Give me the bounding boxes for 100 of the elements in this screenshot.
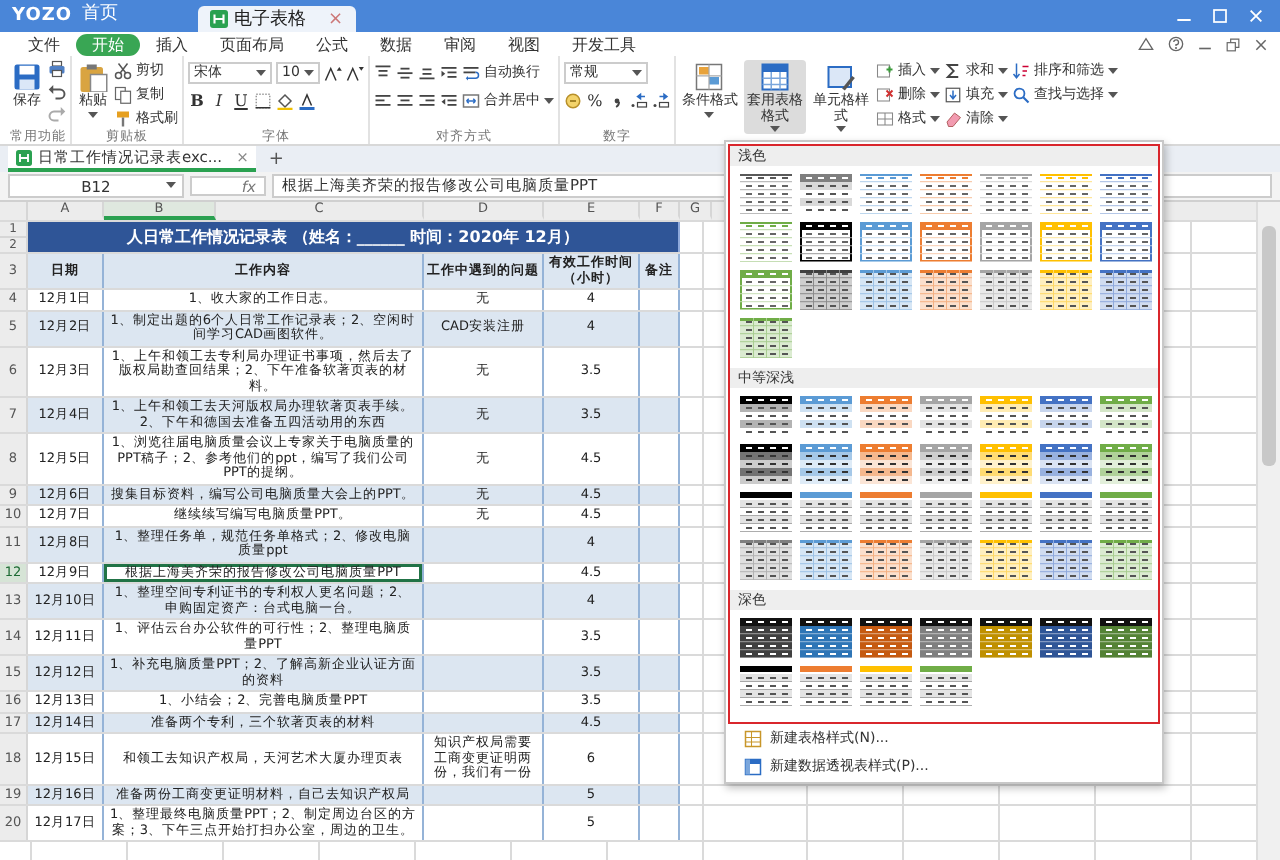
table-style-swatch[interactable] <box>980 618 1032 658</box>
table-style-swatch[interactable] <box>980 444 1032 484</box>
printer-icon[interactable] <box>48 60 66 78</box>
increase-decimal-icon[interactable] <box>629 91 648 109</box>
table-style-swatch[interactable] <box>860 396 912 436</box>
table-style-swatch[interactable] <box>740 222 792 262</box>
table-style-swatch[interactable] <box>1040 396 1092 436</box>
outdent-icon[interactable] <box>439 91 458 109</box>
undo-icon[interactable] <box>48 82 66 100</box>
format-button[interactable]: U <box>232 91 250 109</box>
indent-icon[interactable] <box>439 63 458 81</box>
table-style-swatch[interactable] <box>740 396 792 436</box>
table-style-swatch[interactable] <box>1100 540 1152 580</box>
table-style-swatch[interactable] <box>920 396 972 436</box>
table-style-swatch[interactable] <box>980 492 1032 532</box>
table-style-swatch[interactable] <box>860 222 912 262</box>
table-style-swatch[interactable] <box>1040 618 1092 658</box>
table-style-swatch[interactable] <box>800 618 852 658</box>
table-style-swatch[interactable] <box>920 174 972 214</box>
border-icon[interactable] <box>254 91 272 109</box>
table-style-swatch[interactable] <box>1100 396 1152 436</box>
table-style-swatch[interactable] <box>1100 444 1152 484</box>
shrink-font-icon[interactable] <box>345 63 364 81</box>
menu-tab[interactable]: 视图 <box>492 33 556 55</box>
table-style-swatch[interactable] <box>980 174 1032 214</box>
paint-bucket-icon[interactable] <box>276 91 294 109</box>
table-style-swatch[interactable] <box>920 492 972 532</box>
table-style-swatch[interactable] <box>1040 444 1092 484</box>
table-style-swatch[interactable] <box>1040 492 1092 532</box>
table-style-swatch[interactable] <box>740 318 792 358</box>
document-tab[interactable]: 电子表格 × <box>198 6 356 32</box>
table-style-swatch[interactable] <box>1100 222 1152 262</box>
align-middle-icon[interactable] <box>395 63 414 81</box>
table-style-swatch[interactable] <box>980 396 1032 436</box>
home-tab[interactable]: 首页 <box>82 0 119 26</box>
table-style-swatch[interactable] <box>860 270 912 310</box>
table-style-swatch[interactable] <box>1100 618 1152 658</box>
new-tab-button[interactable]: + <box>268 149 284 169</box>
font-color-icon[interactable] <box>298 91 316 109</box>
table-style-swatch[interactable] <box>920 540 972 580</box>
menu-tab[interactable]: 审阅 <box>428 33 492 55</box>
app-logo[interactable]: YOZO <box>12 6 73 26</box>
table-style-swatch[interactable] <box>800 396 852 436</box>
maximize-icon[interactable] <box>1212 8 1228 24</box>
table-style-swatch[interactable] <box>920 444 972 484</box>
table-style-swatch[interactable] <box>860 666 912 706</box>
restore-icon[interactable] <box>1226 37 1240 51</box>
align-center-icon[interactable] <box>395 91 414 109</box>
align-bottom-icon[interactable] <box>417 63 436 81</box>
grow-font-icon[interactable] <box>323 63 342 81</box>
vertical-scrollbar[interactable] <box>1256 202 1280 860</box>
menu-tab[interactable]: 数据 <box>364 33 428 55</box>
table-style-swatch[interactable] <box>980 222 1032 262</box>
format-button[interactable]: % <box>585 91 604 109</box>
table-style-swatch[interactable] <box>860 618 912 658</box>
table-style-swatch[interactable] <box>920 270 972 310</box>
table-style-swatch[interactable] <box>740 540 792 580</box>
table-style-swatch[interactable] <box>920 666 972 706</box>
table-style-swatch[interactable] <box>740 666 792 706</box>
table-style-swatch[interactable] <box>1040 270 1092 310</box>
table-style-swatch[interactable] <box>860 174 912 214</box>
align-top-icon[interactable] <box>373 63 392 81</box>
table-style-swatch[interactable] <box>740 174 792 214</box>
format-button[interactable]: I <box>210 91 228 109</box>
align-right-icon[interactable] <box>417 91 436 109</box>
menu-tab[interactable]: 文件 <box>12 33 76 55</box>
table-style-swatch[interactable] <box>800 492 852 532</box>
table-style-swatch[interactable] <box>800 270 852 310</box>
table-style-swatch[interactable] <box>860 444 912 484</box>
table-style-swatch[interactable] <box>740 618 792 658</box>
format-button[interactable]: B <box>188 90 206 110</box>
table-style-swatch[interactable] <box>980 540 1032 580</box>
help-icon[interactable] <box>1168 36 1184 52</box>
align-left-icon[interactable] <box>373 91 392 109</box>
table-style-swatch[interactable] <box>800 174 852 214</box>
table-style-swatch[interactable] <box>800 444 852 484</box>
menu-tab[interactable]: 页面布局 <box>204 33 300 55</box>
table-style-swatch[interactable] <box>1040 174 1092 214</box>
table-style-swatch[interactable] <box>740 270 792 310</box>
coin-icon[interactable] <box>563 91 582 109</box>
table-style-swatch[interactable] <box>1100 270 1152 310</box>
table-style-swatch[interactable] <box>1100 492 1152 532</box>
scrollbar-thumb[interactable] <box>1262 226 1276 466</box>
table-style-swatch[interactable] <box>860 540 912 580</box>
table-style-swatch[interactable] <box>920 222 972 262</box>
table-style-swatch[interactable] <box>740 492 792 532</box>
table-style-swatch[interactable] <box>1040 540 1092 580</box>
table-style-swatch[interactable] <box>800 222 852 262</box>
table-style-swatch[interactable] <box>920 618 972 658</box>
table-style-swatch[interactable] <box>980 270 1032 310</box>
table-style-swatch[interactable] <box>740 444 792 484</box>
menu-tab[interactable]: 开发工具 <box>556 33 652 55</box>
menu-tab[interactable]: 插入 <box>140 33 204 55</box>
table-style-swatch[interactable] <box>800 666 852 706</box>
table-style-swatch[interactable] <box>1100 174 1152 214</box>
close-icon[interactable] <box>1254 37 1268 51</box>
skin-icon[interactable] <box>1138 36 1154 52</box>
table-style-swatch[interactable] <box>800 540 852 580</box>
table-style-swatch[interactable] <box>860 492 912 532</box>
menu-tab[interactable]: 公式 <box>300 33 364 55</box>
